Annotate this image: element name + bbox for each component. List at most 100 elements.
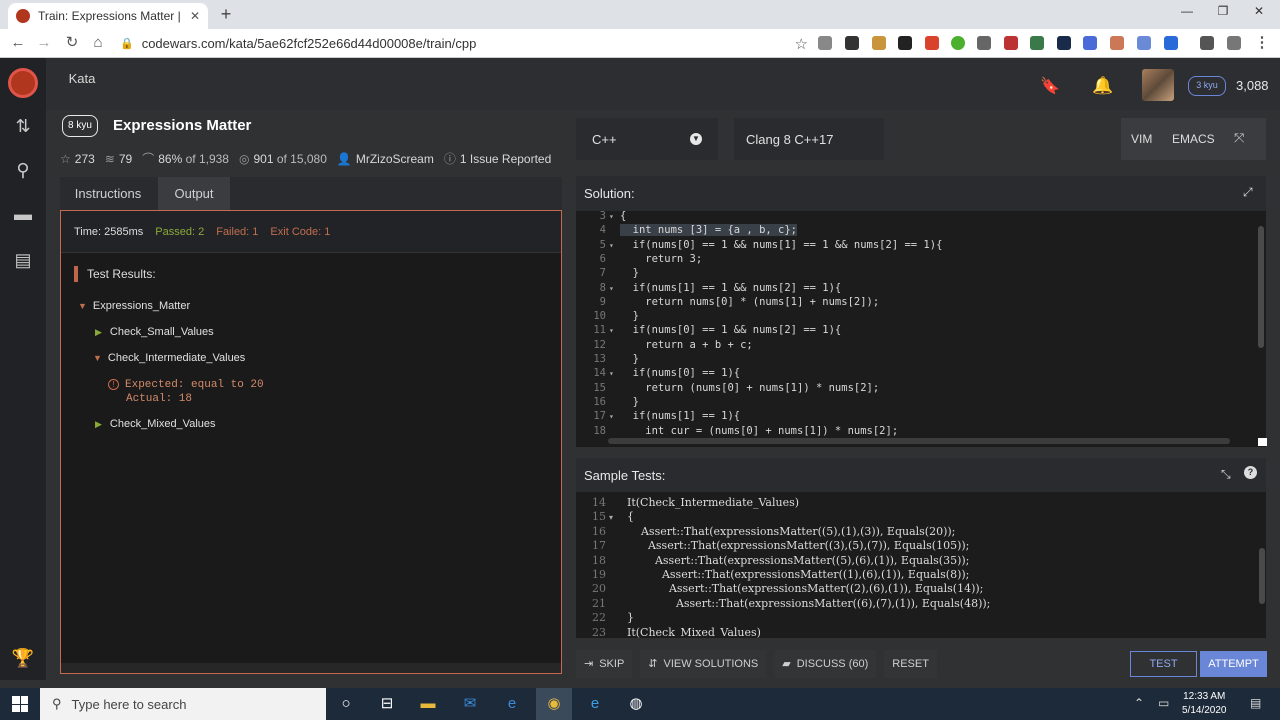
vim-mode-button[interactable]: VIM bbox=[1131, 118, 1152, 160]
tab-output[interactable]: Output bbox=[158, 177, 230, 210]
extension-icon[interactable] bbox=[818, 36, 832, 50]
extension-icon[interactable] bbox=[1110, 36, 1124, 50]
reload-icon[interactable]: ↻ bbox=[62, 33, 82, 53]
code-line[interactable]: 15 return (nums[0] + nums[1]) * nums[2]; bbox=[584, 381, 879, 395]
minimize-icon[interactable]: — bbox=[1172, 4, 1202, 22]
code-line[interactable]: 17 ▾ if(nums[1] == 1){ bbox=[584, 409, 740, 424]
code-line[interactable]: 20 Assert::That(expressionsMatter((2),(6… bbox=[584, 582, 983, 596]
code-line[interactable]: 17 Assert::That(expressionsMatter((3),(5… bbox=[584, 539, 969, 553]
browser-tab[interactable]: Train: Expressions Matter | Codew ✕ bbox=[8, 3, 208, 29]
code-line[interactable]: 5 ▾ if(nums[0] == 1 && nums[1] == 1 && nu… bbox=[584, 238, 943, 253]
forward-icon[interactable]: → bbox=[34, 33, 54, 53]
menu-icon[interactable]: ⋮ bbox=[1252, 33, 1272, 53]
extension-icon[interactable] bbox=[1030, 36, 1044, 50]
avatar[interactable] bbox=[1142, 69, 1174, 101]
code-line[interactable]: 18 Assert::That(expressionsMatter((5),(6… bbox=[584, 554, 969, 568]
extension-icon[interactable] bbox=[1083, 36, 1097, 50]
code-line[interactable]: 11 ▾ if(nums[0] == 1 && nums[2] == 1){ bbox=[584, 323, 841, 338]
home-icon[interactable]: ⌂ bbox=[88, 33, 108, 53]
vertical-scrollbar[interactable] bbox=[1259, 548, 1265, 604]
notifications-icon[interactable]: ▤ bbox=[1250, 696, 1261, 710]
extension-icon[interactable] bbox=[925, 36, 939, 50]
file-explorer-icon[interactable]: ▬ bbox=[418, 694, 438, 714]
code-line[interactable]: 6 return 3; bbox=[584, 252, 703, 266]
extension-icon[interactable] bbox=[1004, 36, 1018, 50]
code-line[interactable]: 8 ▾ if(nums[1] == 1 && nums[2] == 1){ bbox=[584, 281, 842, 296]
attempt-button[interactable]: ATTEMPT bbox=[1200, 651, 1267, 677]
back-icon[interactable]: ← bbox=[8, 33, 28, 53]
close-window-icon[interactable]: ✕ bbox=[1244, 4, 1274, 22]
chat-icon[interactable]: ▬ bbox=[10, 204, 36, 226]
test-node[interactable]: ▶ Check_Mixed_Values bbox=[95, 418, 216, 430]
codewars-logo-icon[interactable] bbox=[8, 68, 38, 98]
task-view-icon[interactable]: ⊟ bbox=[377, 694, 397, 714]
horizontal-scrollbar[interactable] bbox=[61, 663, 561, 673]
solution-editor[interactable]: 3 ▾{4 int nums [3] = {a , b, c}; 5 ▾ if(num… bbox=[576, 211, 1266, 447]
notification-bell-icon[interactable]: 🔔 bbox=[1092, 76, 1113, 96]
internet-explorer-icon[interactable]: e bbox=[585, 694, 605, 714]
help-icon[interactable]: ? bbox=[1244, 466, 1257, 479]
edge-icon[interactable]: e bbox=[502, 694, 522, 714]
code-line[interactable]: 16 Assert::That(expressionsMatter((5),(1… bbox=[584, 525, 955, 539]
maximize-icon[interactable]: ❐ bbox=[1208, 4, 1238, 22]
fold-caret-icon[interactable]: ▾ bbox=[606, 410, 620, 424]
code-line[interactable]: 14 ▾ if(nums[0] == 1){ bbox=[584, 366, 740, 381]
code-line[interactable]: 13 } bbox=[584, 352, 639, 366]
view-solutions-button[interactable]: ⇵ VIEW SOLUTIONS bbox=[640, 650, 767, 678]
nav-kata[interactable]: Kata bbox=[60, 62, 104, 96]
mail-icon[interactable]: ✉ bbox=[460, 694, 480, 714]
taskbar-clock[interactable]: 12:33 AM 5/14/2020 bbox=[1182, 690, 1227, 718]
fold-caret-icon[interactable]: ▾ bbox=[606, 324, 620, 338]
fold-caret-icon[interactable]: ▾ bbox=[606, 511, 620, 525]
reset-button[interactable]: RESET bbox=[884, 650, 937, 678]
extension-icon[interactable] bbox=[1164, 36, 1178, 50]
code-line[interactable]: 7 } bbox=[584, 266, 639, 280]
extension-icon[interactable] bbox=[977, 36, 991, 50]
version-select[interactable]: Clang 8 C++17 bbox=[734, 118, 884, 160]
fold-caret-icon[interactable]: ▾ bbox=[606, 282, 620, 296]
code-line[interactable]: 19 Assert::That(expressionsMatter((1),(6… bbox=[584, 568, 969, 582]
code-line[interactable]: 14 It(Check_Intermediate_Values) bbox=[584, 496, 799, 510]
fold-caret-icon[interactable]: ▾ bbox=[606, 211, 620, 224]
taskbar-search[interactable]: ⚲ Type here to search bbox=[40, 688, 326, 720]
emacs-mode-button[interactable]: EMACS bbox=[1172, 118, 1215, 160]
practice-icon[interactable]: ⇅ bbox=[10, 116, 36, 138]
address-bar[interactable]: 🔒 codewars.com/kata/5ae62fcf252e66d44d00… bbox=[114, 33, 808, 54]
obs-icon[interactable]: ◍ bbox=[626, 694, 646, 714]
trophy-icon[interactable]: 🏆 bbox=[10, 648, 36, 670]
suite-node[interactable]: ▼ Expressions_Matter bbox=[78, 300, 190, 312]
skip-button[interactable]: ⇥ SKIP bbox=[576, 650, 633, 678]
code-line[interactable]: 15 ▾ { bbox=[584, 510, 634, 525]
code-line[interactable]: 9 return nums[0] * (nums[1] + nums[2]); bbox=[584, 295, 880, 309]
extension-icon[interactable] bbox=[872, 36, 886, 50]
extension-icon[interactable] bbox=[1057, 36, 1071, 50]
vertical-scrollbar[interactable] bbox=[1258, 226, 1264, 348]
code-line[interactable]: 4 int nums [3] = {a , b, c}; bbox=[584, 223, 798, 237]
star-icon[interactable]: ☆ bbox=[60, 152, 71, 166]
chrome-icon[interactable]: ◉ bbox=[536, 688, 572, 720]
windows-start-icon[interactable] bbox=[12, 696, 28, 712]
horizontal-scrollbar[interactable] bbox=[608, 438, 1230, 444]
code-line[interactable]: 21 Assert::That(expressionsMatter((6),(7… bbox=[584, 597, 990, 611]
test-node[interactable]: ▼ Check_Intermediate_Values bbox=[93, 352, 245, 364]
code-line[interactable]: 22 } bbox=[584, 611, 634, 625]
code-line[interactable]: 16 } bbox=[584, 395, 639, 409]
expand-icon[interactable]: ⤢ bbox=[1243, 185, 1253, 200]
fullscreen-icon[interactable]: ⤧ bbox=[1234, 130, 1244, 146]
test-button[interactable]: TEST bbox=[1130, 651, 1197, 677]
sensei-icon[interactable]: ⚲ bbox=[10, 160, 36, 182]
bookmark-icon[interactable]: 🔖 bbox=[1040, 76, 1060, 96]
collapse-icon[interactable]: ⤡ bbox=[1221, 467, 1231, 482]
code-line[interactable]: 23 It(Check_Mixed_Values) bbox=[584, 626, 761, 638]
tray-chevron-icon[interactable]: ⌃ bbox=[1134, 696, 1144, 710]
new-tab-icon[interactable]: + bbox=[216, 4, 236, 24]
fold-caret-icon[interactable]: ▾ bbox=[606, 239, 620, 253]
sample-tests-editor[interactable]: 14 It(Check_Intermediate_Values) 15 ▾ {16 … bbox=[576, 492, 1266, 638]
extension-icon[interactable] bbox=[1227, 36, 1241, 50]
discuss-button[interactable]: ▰ DISCUSS (60) bbox=[774, 650, 877, 678]
tab-instructions[interactable]: Instructions bbox=[60, 177, 156, 210]
docs-icon[interactable]: ▤ bbox=[10, 250, 36, 272]
test-node[interactable]: ▶ Check_Small_Values bbox=[95, 326, 214, 338]
network-icon[interactable]: ▭ bbox=[1158, 696, 1169, 710]
extension-icon[interactable] bbox=[845, 36, 859, 50]
